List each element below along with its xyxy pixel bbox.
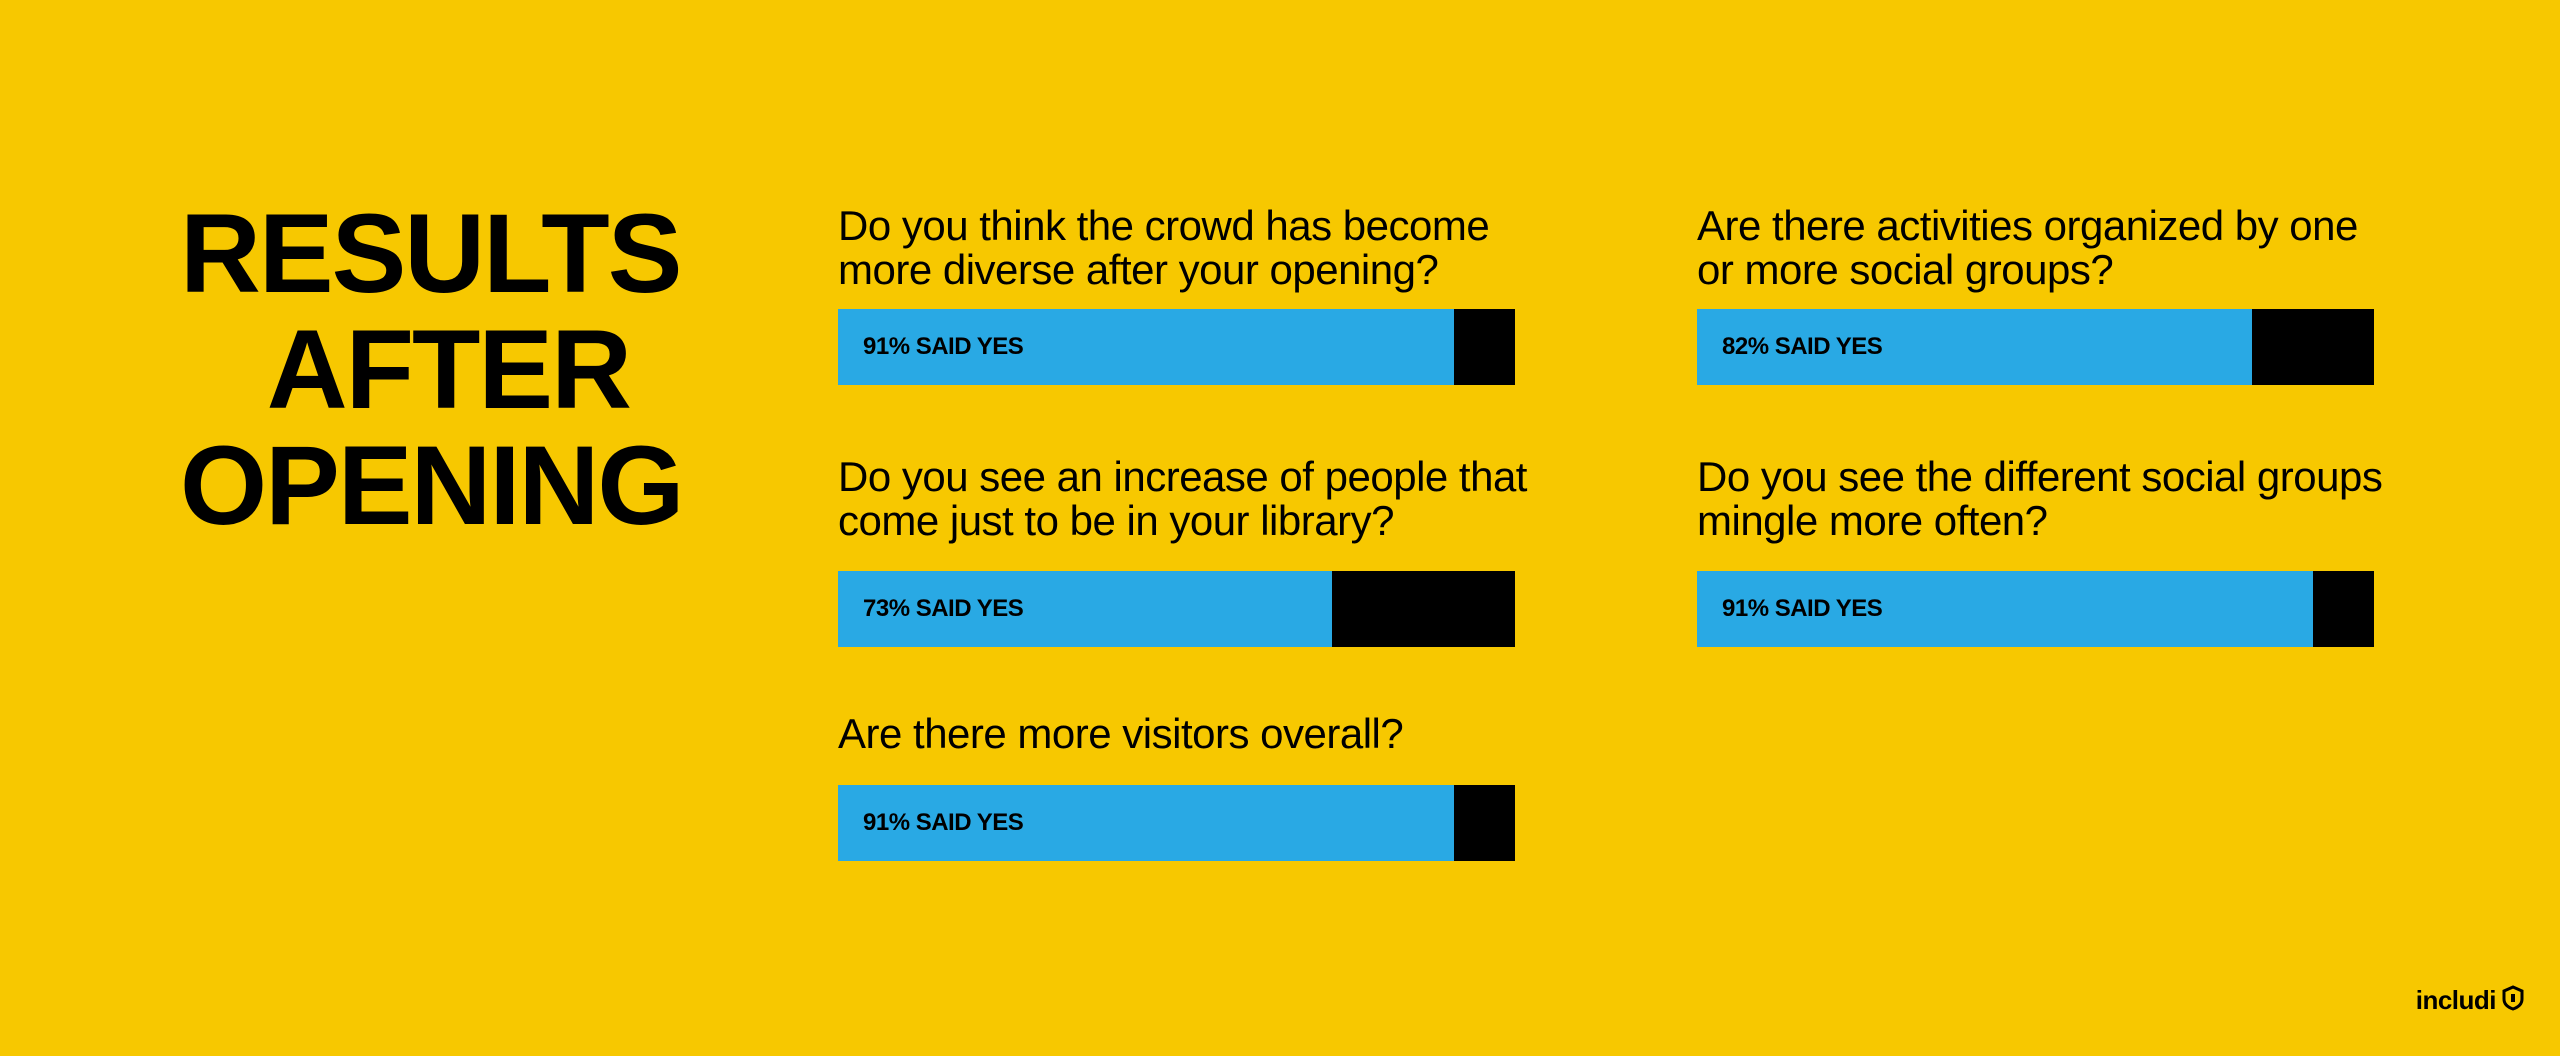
question-line: Do you see an increase of people that bbox=[838, 453, 1527, 500]
includi-logo: includi bbox=[2416, 985, 2524, 1016]
logo-text: includi bbox=[2415, 985, 2497, 1015]
question-line: Do you see the different social groups bbox=[1697, 453, 2383, 500]
question-line: come just to be in your library? bbox=[838, 497, 1394, 544]
page-title: RESULTS AFTER OPENING bbox=[180, 191, 685, 548]
result-label: 91% SAID YES bbox=[1722, 595, 1883, 622]
result-label: 91% SAID YES bbox=[863, 333, 1024, 360]
result-label: 73% SAID YES bbox=[863, 595, 1024, 622]
question-line: more diverse after your opening? bbox=[838, 246, 1439, 293]
question-block-diversity: Do you think the crowd has become more d… bbox=[838, 202, 1598, 385]
question-line: mingle more often? bbox=[1697, 497, 2048, 544]
result-bar: 91% SAID YES bbox=[838, 309, 1515, 385]
title-line-2: AFTER bbox=[266, 307, 632, 432]
question-block-increase: Do you see an increase of people that co… bbox=[838, 453, 1598, 647]
result-bar: 91% SAID YES bbox=[1697, 571, 2374, 647]
title-line-1: RESULTS bbox=[180, 191, 682, 316]
result-bar: 82% SAID YES bbox=[1697, 309, 2374, 385]
question-block-activities: Are there activities organized by one or… bbox=[1697, 202, 2457, 385]
question-line: Are there activities organized by one bbox=[1697, 202, 2358, 249]
result-label: 82% SAID YES bbox=[1722, 333, 1883, 360]
question-block-mingle: Do you see the different social groups m… bbox=[1697, 453, 2457, 647]
question-line: Do you think the crowd has become bbox=[838, 202, 1490, 249]
result-bar: 73% SAID YES bbox=[838, 571, 1515, 647]
title-line-3: OPENING bbox=[180, 423, 685, 548]
result-label: 91% SAID YES bbox=[863, 809, 1024, 836]
includi-shield-icon bbox=[2502, 985, 2524, 1016]
question-line: Are there more visitors overall? bbox=[838, 710, 1404, 757]
result-bar: 91% SAID YES bbox=[838, 785, 1515, 861]
question-block-visitors: Are there more visitors overall? 91% SAI… bbox=[838, 710, 1598, 861]
question-line: or more social groups? bbox=[1697, 246, 2114, 293]
